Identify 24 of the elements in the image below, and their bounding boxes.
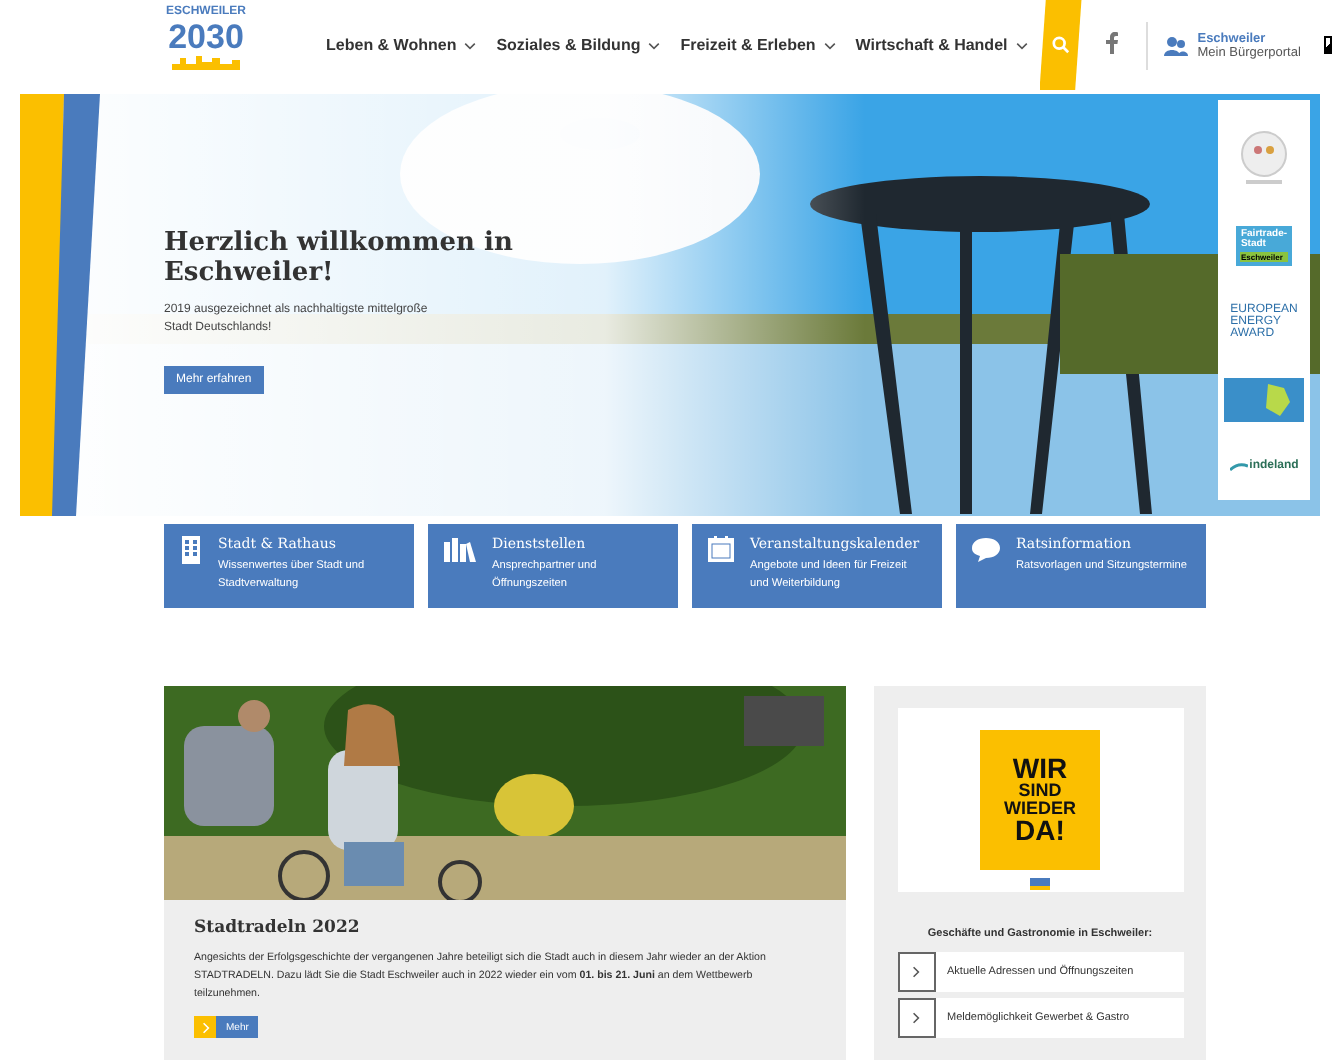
chevron-icon: [199, 1021, 211, 1033]
hero-title: Herzlich willkommen in Eschweiler!: [164, 228, 515, 288]
chevron-down-icon: [648, 41, 661, 49]
calendar-icon: [708, 536, 734, 562]
users-icon: [1163, 35, 1188, 55]
building-icon: [180, 536, 202, 564]
contrast-toggle[interactable]: [1324, 36, 1332, 54]
chevron-down-icon: [1015, 41, 1028, 49]
news-title: Stadtradeln 2022: [194, 918, 362, 938]
chevron-icon: [910, 966, 922, 978]
map-icon: [1224, 378, 1304, 423]
speech-bubble-icon: [972, 538, 1000, 562]
poster: WIR SIND WIEDER DA!: [980, 730, 1100, 870]
chevron-icon: [910, 1012, 922, 1024]
nav-item[interactable]: Freizeit & Erleben: [680, 36, 836, 54]
chevron-down-icon: [823, 41, 836, 49]
facebook-icon[interactable]: [1105, 31, 1118, 59]
nav-item[interactable]: Leben & Wohnen: [326, 36, 477, 54]
logo-icon: [1030, 878, 1050, 890]
nav-item[interactable]: Soziales & Bildung: [496, 36, 661, 54]
books-icon: [444, 538, 476, 562]
chevron-down-icon: [464, 41, 477, 49]
search-icon: [1051, 36, 1070, 54]
nav-item[interactable]: Wirtschaft & Handel: [855, 36, 1028, 54]
